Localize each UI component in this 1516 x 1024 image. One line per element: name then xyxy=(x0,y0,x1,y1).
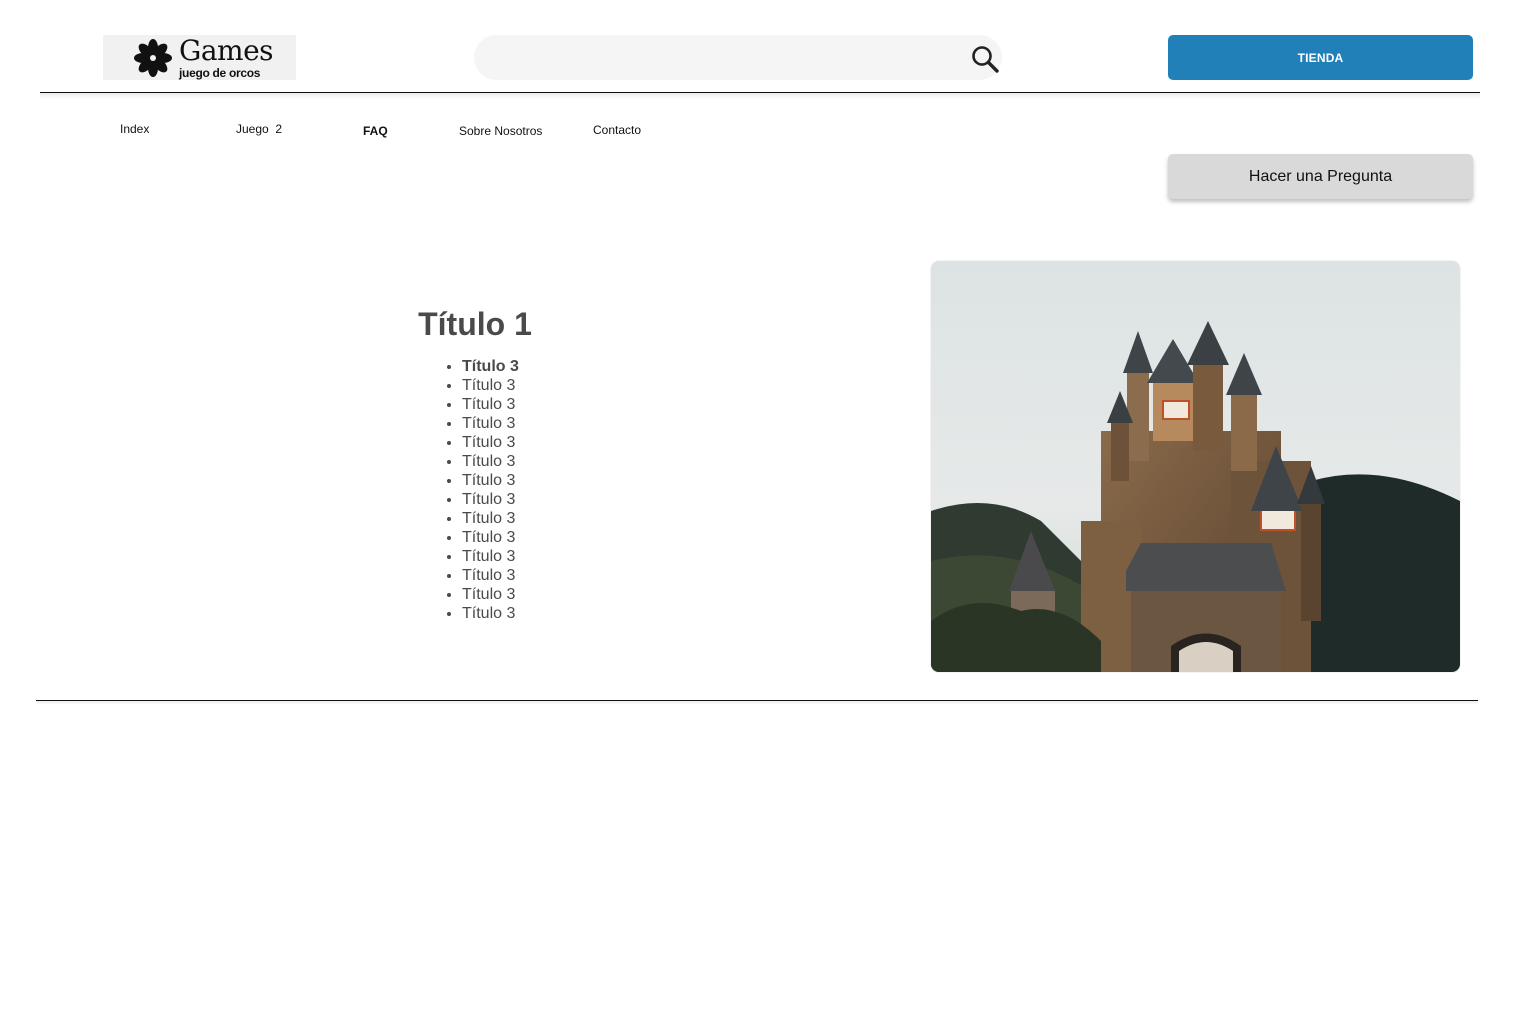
search-input[interactable] xyxy=(494,35,958,82)
nav-item-sobre-nosotros[interactable]: Sobre Nosotros xyxy=(459,124,542,138)
nav-item-index[interactable]: Index xyxy=(120,122,149,136)
page-title: Título 1 xyxy=(418,306,532,342)
nav-item-juego-2[interactable]: Juego 2 xyxy=(236,122,282,136)
nav-item-contacto[interactable]: Contacto xyxy=(593,123,641,137)
list-item[interactable]: Título 3 xyxy=(462,414,519,433)
list-item[interactable]: Título 3 xyxy=(462,528,519,547)
brand-logo[interactable]: Games juego de orcos xyxy=(103,35,296,80)
list-item[interactable]: Título 3 xyxy=(462,433,519,452)
brand-title: Games xyxy=(179,33,274,67)
list-item[interactable]: Título 3 xyxy=(462,490,519,509)
faq-topic-list: Título 3 Título 3 Título 3 Título 3 Títu… xyxy=(442,357,519,623)
footer-divider-shadow xyxy=(36,701,1478,705)
search-bar xyxy=(474,35,1002,82)
list-item[interactable]: Título 3 xyxy=(462,357,519,376)
list-item[interactable]: Título 3 xyxy=(462,566,519,585)
nav-item-faq[interactable]: FAQ xyxy=(363,124,388,138)
store-button[interactable]: TIENDA xyxy=(1168,35,1473,80)
list-item[interactable]: Título 3 xyxy=(462,547,519,566)
ask-question-button[interactable]: Hacer una Pregunta xyxy=(1168,154,1473,199)
list-item[interactable]: Título 3 xyxy=(462,585,519,604)
list-item[interactable]: Título 3 xyxy=(462,509,519,528)
brand-subtitle: juego de orcos xyxy=(179,65,261,80)
flower-logo-icon xyxy=(134,38,172,77)
search-icon[interactable] xyxy=(970,44,1000,74)
list-item[interactable]: Título 3 xyxy=(462,376,519,395)
list-item[interactable]: Título 3 xyxy=(462,395,519,414)
castle-photo xyxy=(931,261,1460,672)
list-item[interactable]: Título 3 xyxy=(462,452,519,471)
header-divider-shadow xyxy=(40,93,1480,99)
list-item[interactable]: Título 3 xyxy=(462,604,519,623)
castle-image xyxy=(931,261,1460,672)
list-item[interactable]: Título 3 xyxy=(462,471,519,490)
